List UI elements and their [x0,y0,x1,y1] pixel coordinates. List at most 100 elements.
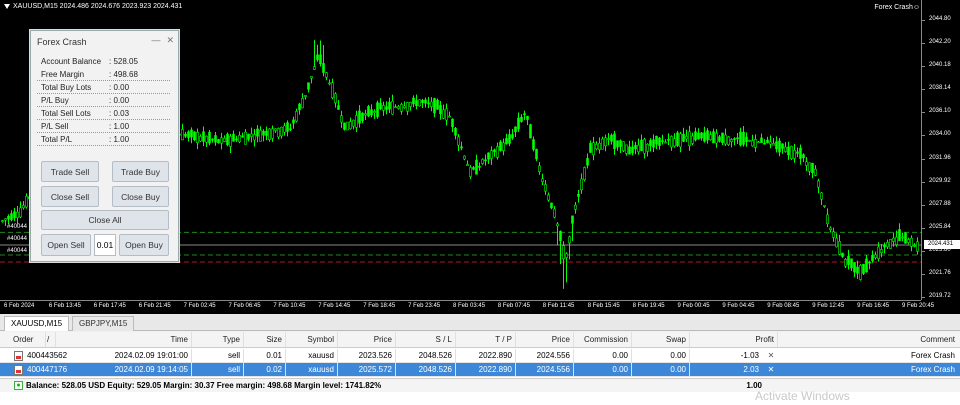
col-price[interactable]: Price [338,332,396,347]
candle [685,129,688,142]
order-take-profit: 2022.890 [456,363,516,376]
candle [382,101,385,116]
col-sort-icon[interactable]: / [44,332,56,347]
time-tick-label: 7 Feb 14:45 [318,303,351,309]
candle [184,131,187,138]
tab-xauusd-m15[interactable]: XAUUSD,M15 [4,316,70,331]
candle [670,135,673,151]
price-axis[interactable]: 2044.80 2042.20 2040.18 2038.14 2036.10 2034.… [921,0,960,300]
chart-menu-triangle-icon[interactable] [4,3,10,9]
candle [328,79,331,86]
candle [637,138,640,155]
candle [319,40,322,67]
close-all-button[interactable]: Close All [41,210,169,230]
candle [784,142,787,153]
close-order-icon[interactable]: ✕ [765,363,777,377]
candle [847,249,850,270]
tab-gbpjpy-m15[interactable]: GBPJPY,M15 [72,316,135,331]
candle [616,140,619,151]
col-sl[interactable]: S / L [396,332,456,347]
candle [841,252,844,258]
candle [430,97,433,112]
candle [814,165,817,177]
col-size[interactable]: Size [244,332,286,347]
col-type[interactable]: Type [192,332,244,347]
close-icon[interactable]: ✕ [166,35,174,45]
time-tick-label: 9 Feb 12:45 [812,303,845,309]
candle [727,136,730,146]
candle [913,243,916,248]
close-buy-button[interactable]: Close Buy [112,186,169,207]
time-axis[interactable]: 6 Feb 2024 6 Feb 13:45 6 Feb 17:45 6 Feb 21… [0,300,934,314]
col-swap[interactable]: Swap [632,332,690,347]
candle [187,130,190,142]
order-swap: 0.00 [632,363,690,376]
candle [778,137,781,157]
candle [10,210,13,222]
candle [343,122,346,131]
order-symbol: xauusd [286,349,338,362]
candle [655,135,658,149]
col-order[interactable]: Order [10,332,46,347]
col-tp[interactable]: T / P [456,332,516,347]
candle [406,101,409,116]
open-sell-button[interactable]: Open Sell [41,234,91,256]
sell-order-icon [14,351,23,361]
time-tick-label: 6 Feb 2024 [4,303,35,309]
candle [241,132,244,138]
col-commission[interactable]: Commission [574,332,632,347]
trade-buy-button[interactable]: Trade Buy [112,161,169,182]
table-row[interactable]: 400447176 2024.02.09 19:14:05 sell 0.02 … [0,363,960,377]
candle [694,127,697,142]
candle [667,133,670,145]
order-type: sell [192,363,244,376]
stat-pl-buy: P/L Buy: 0.00 [37,94,170,107]
table-row[interactable]: 400443562 2024.02.09 19:01:00 sell 0.01 … [0,349,960,363]
candle [772,138,775,146]
col-current-price[interactable]: Price [516,332,574,347]
candle [748,139,751,142]
col-comment[interactable]: Comment [778,332,958,347]
minimize-icon[interactable]: — [151,35,160,45]
candle [346,121,349,131]
candle [652,134,655,153]
candle [427,96,430,109]
candle [487,152,490,165]
candle [274,128,277,133]
col-profit[interactable]: Profit [690,332,778,347]
candle [580,173,583,194]
order-stop-loss: 2048.526 [396,349,456,362]
candle [472,166,475,171]
lot-size-input[interactable] [94,234,116,256]
candle [355,110,358,133]
col-symbol[interactable]: Symbol [286,332,338,347]
time-tick-label: 7 Feb 06:45 [228,303,261,309]
candle [901,232,904,242]
candle [553,206,556,219]
close-sell-button[interactable]: Close Sell [41,186,99,207]
candle [706,128,709,144]
price-tick [922,250,925,252]
candle [313,40,316,70]
candle [676,130,679,147]
time-tick-label: 9 Feb 20:45 [902,303,935,309]
time-tick-label: 7 Feb 23:45 [408,303,441,309]
candle [697,128,700,140]
col-time[interactable]: Time [56,332,192,347]
open-buy-button[interactable]: Open Buy [119,234,169,256]
price-tick [922,181,925,183]
candle [664,139,667,144]
candle [286,120,289,137]
price-tick [922,273,925,275]
candle [463,155,466,161]
time-tick-label: 8 Feb 15:45 [587,303,620,309]
trade-sell-button[interactable]: Trade Sell [41,161,99,182]
price-tick [922,89,925,91]
candle [301,93,304,109]
order-number: 400447176 [27,365,68,374]
close-order-icon[interactable]: ✕ [765,349,777,363]
candle [781,143,784,154]
candle [703,126,706,143]
candle [322,45,325,77]
candle [208,130,211,146]
